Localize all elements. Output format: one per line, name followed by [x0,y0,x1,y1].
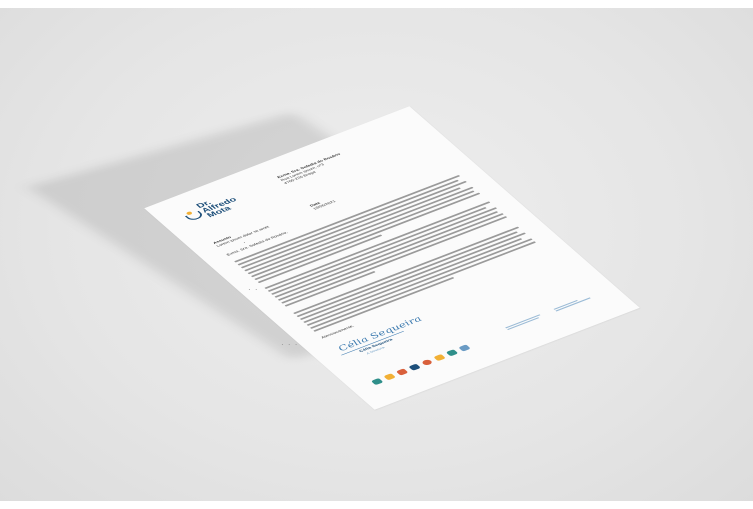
bird-icon [445,349,459,357]
shell-icon [408,363,421,371]
footer-address [504,314,543,331]
dinosaur-icon [370,378,384,386]
ball-icon [420,358,434,366]
duck-icon [383,373,396,381]
bottom-border [0,501,753,509]
recipient-street: Rua Lorem ipsum, nº3 [279,163,326,183]
clinic-logo: Dr. Alfredo Mota [177,192,244,225]
footer-contact [553,295,592,312]
subject-block: Assunto Lorem ipsum dolor sit amet [212,222,270,248]
logo-heart-sun-icon [181,209,205,222]
flower-icon [458,344,471,352]
margin-dot-1: · [243,238,247,247]
recipient-address: Exma. Sra. Sofedia do Rosário Rua Lorem … [277,153,349,186]
chick-icon [433,354,446,362]
margin-dot-2: · · [248,285,259,294]
fish-icon [395,368,409,376]
top-border [0,0,753,8]
date-block: Data 18/06/2021 [309,197,337,211]
margin-dot-3: · · · [281,340,299,349]
